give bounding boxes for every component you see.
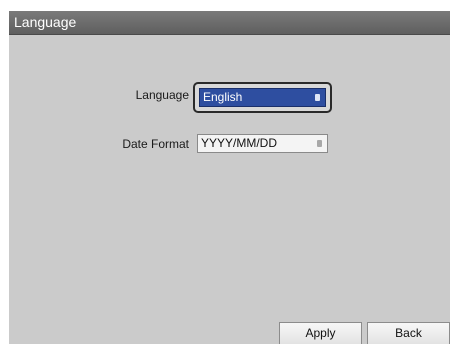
title-bar: Language: [9, 11, 450, 35]
window-title: Language: [14, 14, 77, 30]
language-label: Language: [135, 88, 189, 102]
language-select-value: English: [203, 90, 243, 104]
language-select-focus-ring: English: [193, 82, 332, 113]
language-select[interactable]: English: [199, 88, 326, 107]
dropdown-icon: [315, 94, 320, 101]
dropdown-icon: [317, 140, 322, 147]
apply-button[interactable]: Apply: [279, 322, 362, 344]
date-format-label: Date Format: [122, 137, 189, 151]
back-button[interactable]: Back: [367, 322, 450, 344]
language-window: Language Language English Date Format YY…: [9, 11, 450, 344]
date-format-select[interactable]: YYYY/MM/DD: [197, 134, 328, 153]
date-format-select-value: YYYY/MM/DD: [201, 136, 278, 150]
